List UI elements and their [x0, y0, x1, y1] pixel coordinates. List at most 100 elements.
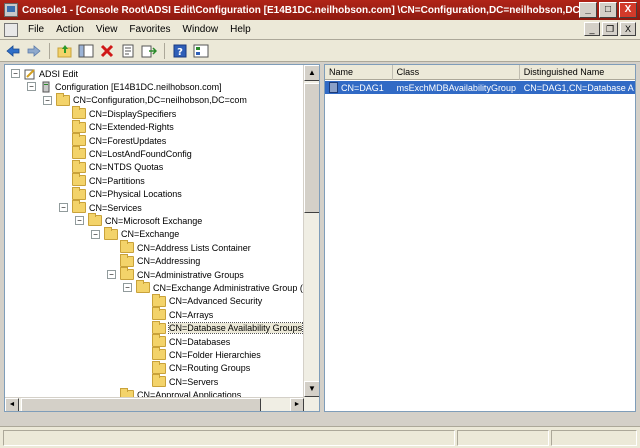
scroll-left-arrow[interactable]: ◄: [5, 398, 19, 411]
tree-node[interactable]: − CN=Services: [59, 200, 142, 214]
tree-node-label[interactable]: CN=Exchange: [121, 229, 179, 239]
mdi-restore-button[interactable]: ❐: [602, 22, 618, 36]
minimize-button[interactable]: _: [579, 2, 597, 18]
tree-node[interactable]: CN=Addressing: [107, 253, 200, 268]
tree-node-label[interactable]: CN=Administrative Groups: [137, 270, 244, 280]
tree-horizontal-scrollbar[interactable]: ◄ ►: [5, 397, 304, 411]
tree-vertical-scrollbar[interactable]: ▲ ▼: [303, 65, 319, 411]
tree-node[interactable]: − Configuration [E14B1DC.neilhobson.com]: [27, 80, 222, 93]
delete-icon[interactable]: [98, 42, 116, 60]
tree-node[interactable]: CN=Routing Groups: [139, 360, 250, 375]
tree-node[interactable]: CN=Extended-Rights: [59, 119, 174, 134]
tree-node-label[interactable]: CN=Folder Hierarchies: [169, 350, 261, 360]
document-window-icon[interactable]: [4, 22, 18, 37]
tree-node-label[interactable]: CN=Routing Groups: [169, 363, 250, 373]
collapse-toggle-icon[interactable]: −: [75, 216, 84, 226]
menu-action[interactable]: Action: [50, 24, 90, 35]
help-icon[interactable]: ?: [171, 42, 189, 60]
tree-node-label[interactable]: CN=ForestUpdates: [89, 136, 166, 146]
tree-node-label[interactable]: CN=Extended-Rights: [89, 122, 174, 132]
tree-node[interactable]: CN=Database Availability Groups: [139, 320, 304, 335]
up-folder-icon[interactable]: [56, 42, 74, 60]
tree-node-label[interactable]: CN=Address Lists Container: [137, 243, 251, 253]
folder-icon: [152, 347, 166, 361]
menu-favorites[interactable]: Favorites: [123, 24, 176, 35]
tree-node-label[interactable]: CN=Microsoft Exchange: [105, 216, 202, 226]
menu-help[interactable]: Help: [224, 24, 257, 35]
tree-node-label[interactable]: CN=LostAndFoundConfig: [89, 149, 192, 159]
tree-node-label[interactable]: ADSI Edit: [39, 69, 78, 79]
show-hide-tree-icon[interactable]: [77, 42, 95, 60]
menu-file[interactable]: File: [22, 24, 50, 35]
column-name[interactable]: Name: [325, 65, 393, 80]
console-tree-icon[interactable]: [192, 42, 210, 60]
tree-node[interactable]: CN=Folder Hierarchies: [139, 347, 261, 361]
collapse-toggle-icon[interactable]: −: [123, 283, 132, 293]
collapse-toggle-icon[interactable]: −: [59, 203, 68, 212]
tree-node-label[interactable]: CN=Database Availability Groups: [167, 322, 304, 335]
menu-view[interactable]: View: [90, 24, 124, 35]
menu-bar: File Action View Favorites Window Help _…: [0, 20, 640, 40]
tree-node[interactable]: − CN=Administrative Groups: [107, 267, 244, 281]
tree-node[interactable]: − CN=Exchange: [91, 226, 179, 241]
tree-node[interactable]: CN=Advanced Security: [139, 293, 262, 308]
tree-node[interactable]: − ADSI Edit: [11, 67, 78, 80]
tree-node[interactable]: − CN=Microsoft Exchange: [75, 213, 202, 227]
tree-node-label[interactable]: CN=DisplaySpecifiers: [89, 109, 176, 119]
tree-node-label[interactable]: CN=Addressing: [137, 256, 200, 266]
close-button[interactable]: X: [619, 2, 637, 18]
title-bar[interactable]: Console1 - [Console Root\ADSI Edit\Confi…: [0, 0, 640, 20]
tree-node-label[interactable]: CN=Servers: [169, 377, 218, 387]
forward-icon[interactable]: [25, 42, 43, 60]
tree-node[interactable]: − CN=Configuration,DC=neilhobson,DC=com: [43, 92, 247, 107]
column-distinguished-name[interactable]: Distinguished Name: [520, 65, 635, 80]
collapse-toggle-icon[interactable]: −: [91, 229, 100, 239]
console-app-icon[interactable]: [4, 3, 18, 17]
tree-node-label[interactable]: CN=Exchange Administrative Group (F: [153, 283, 308, 293]
tree-node[interactable]: CN=Physical Locations: [59, 186, 182, 201]
tree-node-label[interactable]: CN=Advanced Security: [169, 296, 262, 306]
collapse-toggle-icon[interactable]: −: [107, 270, 116, 279]
tree-node[interactable]: CN=ForestUpdates: [59, 133, 166, 147]
scroll-thumb[interactable]: [304, 83, 319, 213]
folder-icon: [72, 173, 86, 187]
tree-node[interactable]: CN=LostAndFoundConfig: [59, 146, 192, 160]
tree-node-label[interactable]: Configuration [E14B1DC.neilhobson.com]: [55, 82, 222, 92]
tree-node-label[interactable]: CN=Databases: [169, 337, 230, 347]
column-class[interactable]: Class: [393, 65, 520, 80]
results-pane[interactable]: Name Class Distinguished Name CN=DAG1 ms…: [324, 64, 636, 412]
tree-pane[interactable]: − ADSI Edit − Configuration [E14B1DC.neilho…: [4, 64, 320, 412]
maximize-button[interactable]: □: [599, 2, 617, 18]
scroll-down-arrow[interactable]: ▼: [304, 381, 319, 397]
mdi-close-button[interactable]: X: [620, 22, 636, 36]
tree-node[interactable]: − CN=Exchange Administrative Group (F: [123, 280, 308, 294]
scroll-up-arrow[interactable]: ▲: [304, 65, 319, 81]
tree-node[interactable]: CN=Arrays: [139, 307, 213, 321]
properties-icon[interactable]: [119, 42, 137, 60]
tree-node-label[interactable]: CN=Configuration,DC=neilhobson,DC=com: [73, 95, 247, 105]
tree-node[interactable]: CN=Address Lists Container: [107, 240, 251, 254]
menu-window[interactable]: Window: [177, 24, 225, 35]
tree-node[interactable]: CN=NTDS Quotas: [59, 159, 163, 174]
cell-name: CN=DAG1: [325, 81, 393, 94]
collapse-toggle-icon[interactable]: −: [11, 69, 20, 78]
tree-node[interactable]: CN=Databases: [139, 334, 230, 348]
tree-node-label[interactable]: CN=Arrays: [169, 310, 213, 320]
mdi-minimize-button[interactable]: _: [584, 22, 600, 36]
hscroll-thumb[interactable]: [21, 398, 261, 411]
collapse-toggle-icon[interactable]: −: [43, 95, 52, 105]
scroll-right-arrow[interactable]: ►: [290, 398, 304, 411]
tree-node-label[interactable]: CN=Physical Locations: [89, 189, 182, 199]
export-icon[interactable]: [140, 42, 158, 60]
list-item[interactable]: CN=DAG1 msExchMDBAvailabilityGroup CN=DA…: [325, 81, 635, 94]
back-icon[interactable]: [4, 42, 22, 60]
tree-node[interactable]: CN=Servers: [139, 374, 218, 388]
tree-node-label[interactable]: CN=NTDS Quotas: [89, 162, 163, 172]
folder-icon: [72, 159, 86, 173]
toolbar-separator: [164, 42, 165, 59]
tree-node-label[interactable]: CN=Partitions: [89, 176, 145, 186]
tree-node[interactable]: CN=DisplaySpecifiers: [59, 106, 176, 120]
collapse-toggle-icon[interactable]: −: [27, 82, 36, 92]
tree-node-label[interactable]: CN=Services: [89, 203, 142, 213]
tree-node[interactable]: CN=Partitions: [59, 173, 145, 187]
